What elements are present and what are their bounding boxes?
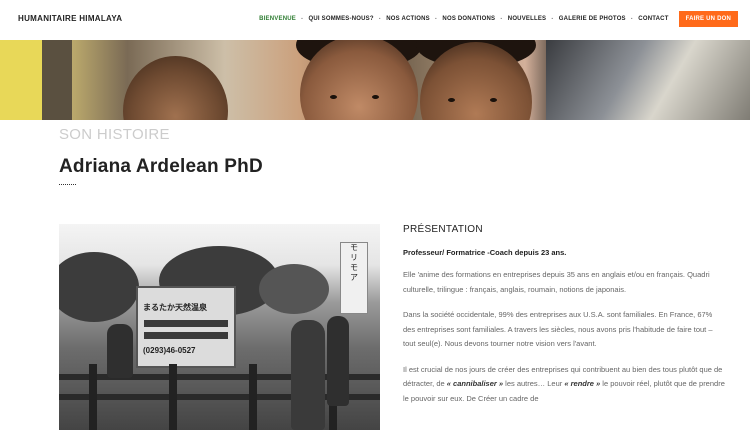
paragraph: Dans la société occidentale, 99% des ent… (403, 310, 713, 348)
nav-item-bienvenue[interactable]: BIENVENUE (259, 13, 296, 25)
child-face (123, 56, 228, 120)
title-underline (59, 184, 76, 185)
nav-item-contact[interactable]: CONTACT (638, 13, 668, 25)
nav-separator: · (300, 15, 304, 23)
nav-item-nouvelles[interactable]: NOUVELLES (508, 13, 546, 25)
nav-separator: · (434, 15, 438, 23)
page-title: Adriana Ardelean PhD (59, 156, 263, 177)
historic-photo: まるたか天然温泉 (0293)46-0527 モ リ モ ア (59, 224, 380, 430)
person-figure (107, 324, 133, 378)
donate-button[interactable]: FAIRE UN DON (678, 11, 738, 27)
site-header: HUMANITAIRE HIMALAYA BIENVENUE · QUI SOM… (0, 0, 750, 40)
nav-item-nos-actions[interactable]: NOS ACTIONS (386, 13, 430, 25)
lead-text: Professeur/ Formatrice -Coach depuis 23 … (403, 248, 567, 257)
main-nav: BIENVENUE · QUI SOMMES-NOUS? · NOS ACTIO… (259, 11, 738, 27)
person-figure (291, 320, 325, 430)
site-logo[interactable]: HUMANITAIRE HIMALAYA (18, 14, 122, 23)
paragraph: Il est crucial de nos jours de créer des… (403, 364, 725, 403)
hero-banner-image (0, 40, 750, 120)
sign-line: まるたか天然温泉 (143, 303, 207, 312)
nav-separator: · (500, 15, 503, 23)
nav-separator: · (551, 15, 554, 23)
section-eyebrow: SON HISTOIRE (59, 126, 170, 143)
nav-item-nos-donations[interactable]: NOS DONATIONS (442, 13, 495, 25)
presentation-column: PRÉSENTATION Professeur/ Formatrice -Coa… (403, 224, 725, 406)
japanese-sign: まるたか天然温泉 (0293)46-0527 (136, 286, 236, 368)
person-figure (327, 316, 349, 406)
nav-item-qui-sommes-nous[interactable]: QUI SOMMES-NOUS? (309, 13, 374, 25)
vertical-banner: モ リ モ ア (340, 242, 368, 314)
section-heading: PRÉSENTATION (403, 224, 483, 235)
nav-separator: · (378, 15, 382, 23)
sign-phone: (0293)46-0527 (143, 346, 196, 355)
nav-item-galerie-de-photos[interactable]: GALERIE DE PHOTOS (559, 13, 626, 25)
paragraph: Elle 'anime des formations en entreprise… (403, 270, 710, 294)
child-face (300, 40, 418, 120)
nav-separator: · (630, 15, 634, 23)
